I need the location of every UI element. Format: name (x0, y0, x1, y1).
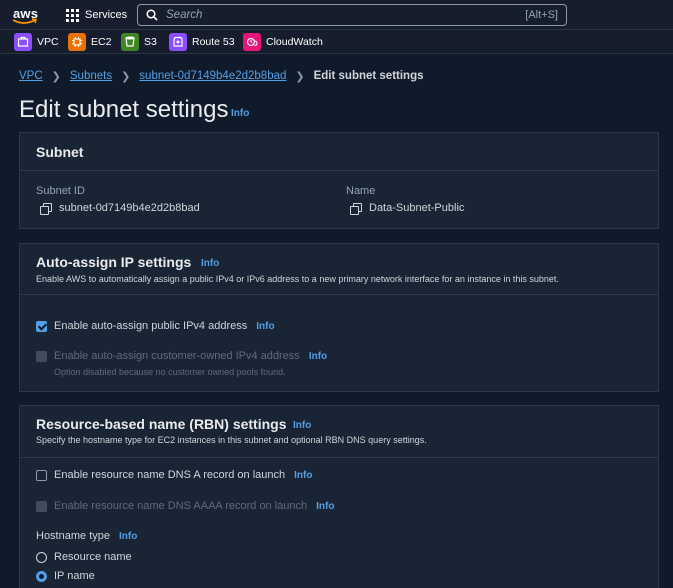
ec2-icon (68, 33, 86, 51)
subnet-name-value: Data-Subnet-Public (350, 202, 465, 215)
breadcrumb-vpc-link[interactable]: VPC (19, 70, 43, 82)
favorite-label: EC2 (91, 36, 112, 48)
subnet-panel-header: Subnet (20, 133, 658, 171)
hostname-resource-name-option[interactable]: Resource name (36, 551, 132, 563)
auto-assign-info-link[interactable]: Info (201, 258, 219, 269)
hostname-ip-name-option[interactable]: IP name (36, 570, 95, 582)
breadcrumb-subnets-link[interactable]: Subnets (70, 70, 112, 82)
cloudwatch-icon (243, 33, 261, 51)
auto-assign-public-ipv4-option[interactable]: Enable auto-assign public IPv4 address I… (36, 320, 275, 332)
rbn-dns-aaaa-option: Enable resource name DNS AAAA record on … (36, 500, 334, 512)
auto-assign-title: Auto-assign IP settings (36, 254, 192, 270)
rbn-description: Specify the hostname type for EC2 instan… (36, 435, 427, 445)
option-label: Enable resource name DNS AAAA record on … (54, 500, 308, 512)
favorite-route53[interactable]: Route 53 (169, 33, 235, 51)
favorite-cloudwatch[interactable]: CloudWatch (243, 33, 323, 51)
hostname-ip-name-radio[interactable] (36, 570, 47, 582)
favorite-label: CloudWatch (266, 36, 323, 48)
hostname-resource-name-radio[interactable] (36, 551, 47, 563)
chevron-right-icon: ❯ (51, 70, 61, 83)
route53-icon (169, 33, 187, 51)
page-info-link[interactable]: Info (231, 108, 249, 119)
breadcrumb-current: Edit subnet settings (313, 70, 424, 82)
favorite-ec2[interactable]: EC2 (68, 33, 111, 51)
subnet-id-label: Subnet ID (36, 185, 85, 197)
auto-assign-description: Enable AWS to automatically assign a pub… (36, 274, 559, 284)
subnet-name-label: Name (346, 185, 376, 197)
aws-smile-icon (12, 18, 37, 24)
rbn-dns-a-checkbox[interactable] (36, 469, 47, 481)
favorite-label: VPC (37, 36, 59, 48)
favorite-vpc[interactable]: VPC (14, 33, 59, 51)
chevron-right-icon: ❯ (121, 70, 131, 83)
option-label: Resource name (54, 551, 132, 563)
rbn-settings-panel: Resource-based name (RBN) settings Info … (19, 405, 659, 588)
rbn-header: Resource-based name (RBN) settings Info … (20, 406, 658, 458)
subnet-panel: Subnet Subnet ID subnet-0d7149b4e2d2b8ba… (19, 132, 659, 229)
subnet-panel-title: Subnet (36, 144, 84, 160)
favorite-label: S3 (144, 36, 157, 48)
copy-icon[interactable] (350, 202, 362, 215)
subnet-id-value: subnet-0d7149b4e2d2b8bad (40, 202, 200, 215)
search-input[interactable]: Search [Alt+S] (137, 4, 567, 26)
top-navigation: aws Services Search [Alt+S] (0, 0, 673, 30)
info-link[interactable]: Info (294, 470, 312, 481)
rbn-title: Resource-based name (RBN) settings (36, 416, 287, 432)
favorite-label: Route 53 (192, 36, 235, 48)
info-link[interactable]: Info (309, 351, 327, 362)
auto-assign-ip-panel: Auto-assign IP settings Info Enable AWS … (19, 243, 659, 392)
services-menu-button[interactable]: Services (66, 7, 127, 23)
auto-assign-public-ipv4-checkbox[interactable] (36, 320, 47, 332)
copy-icon[interactable] (40, 202, 52, 215)
page-title: Edit subnet settings (19, 96, 229, 123)
subnet-name-text: Data-Subnet-Public (369, 202, 465, 214)
services-label: Services (85, 9, 128, 21)
auto-assign-header: Auto-assign IP settings Info Enable AWS … (20, 244, 658, 295)
breadcrumb: VPC ❯ Subnets ❯ subnet-0d7149b4e2d2b8bad… (19, 69, 424, 83)
option-label: IP name (54, 570, 95, 582)
option-label: Enable auto-assign customer-owned IPv4 a… (54, 350, 300, 362)
option-label: Enable auto-assign public IPv4 address (54, 320, 248, 332)
rbn-dns-a-option[interactable]: Enable resource name DNS A record on lau… (36, 469, 312, 481)
vpc-icon (14, 33, 32, 51)
search-icon (146, 9, 158, 21)
hostname-type-label: Hostname type Info (36, 530, 137, 542)
favorites-bar: VPC EC2 S3 Route 53 CloudWatch (0, 30, 673, 54)
option-label: Enable resource name DNS A record on lau… (54, 469, 286, 481)
info-link[interactable]: Info (256, 321, 274, 332)
rbn-info-link[interactable]: Info (293, 420, 311, 431)
auto-assign-customer-owned-option: Enable auto-assign customer-owned IPv4 a… (36, 350, 327, 362)
favorite-s3[interactable]: S3 (121, 33, 157, 51)
grid-icon (66, 8, 79, 22)
rbn-dns-aaaa-checkbox (36, 500, 47, 512)
aws-logo[interactable]: aws (10, 4, 46, 26)
search-placeholder: Search (166, 9, 203, 21)
customer-owned-hint: Option disabled because no customer owne… (54, 367, 286, 377)
s3-icon (121, 33, 139, 51)
hostname-info-link[interactable]: Info (119, 531, 137, 542)
search-shortcut: [Alt+S] (525, 9, 558, 21)
breadcrumb-subnet-id-link[interactable]: subnet-0d7149b4e2d2b8bad (139, 70, 286, 82)
info-link[interactable]: Info (316, 501, 334, 512)
hostname-type-text: Hostname type (36, 530, 110, 542)
chevron-right-icon: ❯ (295, 70, 305, 83)
auto-assign-customer-owned-checkbox (36, 350, 47, 362)
subnet-id-text: subnet-0d7149b4e2d2b8bad (59, 202, 200, 214)
